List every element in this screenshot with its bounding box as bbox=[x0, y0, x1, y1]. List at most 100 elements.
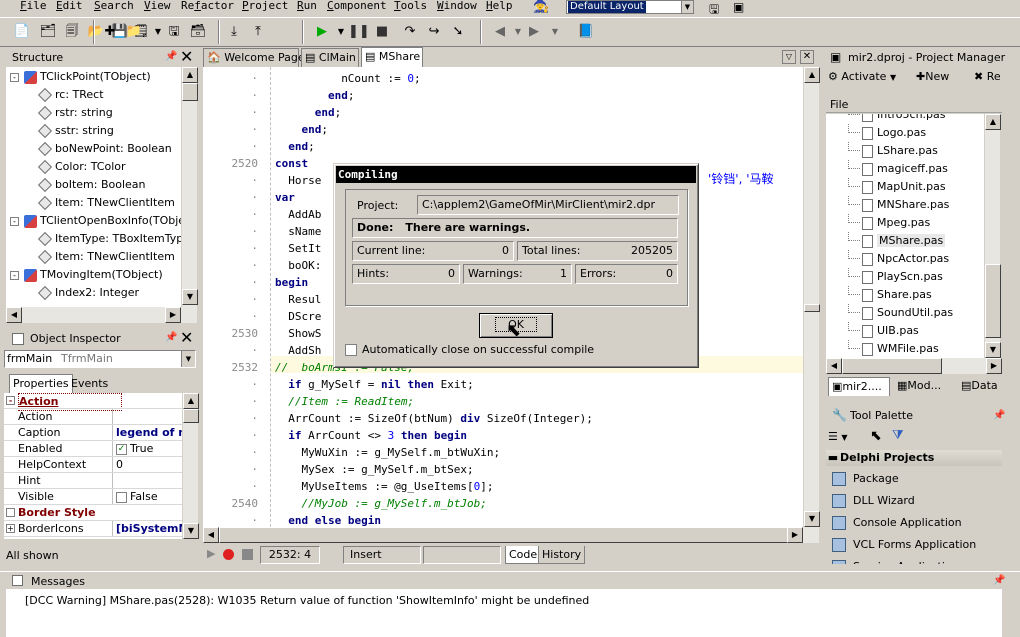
set-debug-desktop-icon[interactable]: ▣ bbox=[733, 0, 744, 14]
checkbox-icon[interactable]: ✓ bbox=[116, 443, 127, 455]
collapse-icon[interactable]: - bbox=[10, 271, 19, 280]
cursor-select-icon[interactable]: ⬉ bbox=[870, 428, 882, 444]
new-icon[interactable]: 📄 bbox=[12, 22, 32, 42]
code-line[interactable]: sName bbox=[288, 223, 321, 240]
scroll-thumb[interactable] bbox=[842, 358, 942, 374]
project-file-item[interactable]: Logo.pas bbox=[848, 124, 926, 142]
filter-icon[interactable]: ⧩ bbox=[892, 428, 904, 443]
structure-item[interactable]: Item: TNewClientItem bbox=[37, 194, 175, 212]
new-button[interactable]: ✚New bbox=[916, 70, 949, 90]
structure-item[interactable]: boItem: Boolean bbox=[37, 176, 146, 194]
scroll-left-icon[interactable]: ◀ bbox=[826, 358, 842, 374]
trace-into-icon[interactable]: ↷ bbox=[400, 22, 420, 42]
remove-button[interactable]: ✖ Re bbox=[974, 70, 1001, 90]
scroll-down-icon[interactable]: ▼ bbox=[804, 511, 820, 527]
chevron-down-icon[interactable]: ▼ bbox=[545, 22, 565, 42]
help-book-icon[interactable]: 📘 bbox=[576, 22, 596, 42]
code-line[interactable]: AddAb bbox=[288, 206, 321, 223]
property-category[interactable]: Border Style bbox=[4, 505, 170, 521]
palette-item[interactable]: Console Application bbox=[832, 512, 962, 534]
scroll-up-icon[interactable]: ▲ bbox=[804, 67, 820, 83]
tab-project[interactable]: ▣mir2.... bbox=[828, 377, 890, 396]
tab-model-view[interactable]: ▦Mod... bbox=[894, 377, 952, 396]
chevron-down-icon[interactable]: ▼ bbox=[890, 73, 896, 82]
project-file-item[interactable]: UIB.pas bbox=[848, 322, 919, 340]
structure-item[interactable]: Index2: Integer bbox=[37, 284, 139, 302]
autoclose-label[interactable]: Automatically close on successful compil… bbox=[362, 343, 594, 356]
tab-code[interactable]: Code bbox=[505, 546, 542, 564]
scroll-right-icon[interactable]: ▶ bbox=[165, 307, 181, 323]
record-macro-icon[interactable] bbox=[223, 549, 234, 560]
scroll-up-icon[interactable]: ▲ bbox=[182, 67, 198, 83]
scroll-right-icon[interactable]: ▶ bbox=[986, 358, 1002, 374]
scroll-down-icon[interactable]: ▼ bbox=[182, 289, 198, 305]
pause-icon[interactable]: ❚❚ bbox=[348, 22, 370, 42]
pin-icon[interactable]: 📌 bbox=[993, 410, 1005, 421]
structure-item[interactable]: ItemType: TBoxItemType bbox=[37, 230, 181, 248]
collapse-icon[interactable] bbox=[6, 508, 15, 517]
scroll-up-icon[interactable]: ▲ bbox=[183, 393, 199, 409]
tab-properties[interactable]: Properties bbox=[9, 374, 73, 393]
project-file-item[interactable]: WMFile.pas bbox=[848, 340, 939, 358]
chevron-down-icon[interactable]: ▼ bbox=[841, 433, 847, 442]
tab-history[interactable]: History bbox=[538, 546, 586, 564]
project-file-item[interactable]: LShare.pas bbox=[848, 142, 938, 160]
property-value[interactable]: 0 bbox=[116, 457, 182, 473]
scroll-down-icon[interactable]: ▼ bbox=[183, 523, 199, 539]
editor-hscroll[interactable]: ◀ ▶ bbox=[203, 527, 819, 543]
property-row[interactable]: HelpContext 0 bbox=[4, 457, 170, 473]
structure-item[interactable]: boNewPoint: Boolean bbox=[37, 140, 172, 158]
property-value[interactable]: False bbox=[116, 489, 182, 505]
project-file-item[interactable]: MShare.pas bbox=[848, 232, 946, 250]
property-row[interactable]: +BorderIcons [biSystemM bbox=[4, 521, 182, 537]
open-project-icon[interactable]: 🗂 bbox=[38, 22, 58, 42]
code-line[interactable]: end else begin bbox=[288, 512, 381, 527]
project-file-item[interactable]: Share.pas bbox=[848, 286, 932, 304]
code-line[interactable]: nCount := 0; bbox=[341, 70, 420, 87]
structure-hscroll[interactable]: ◀ ▶ bbox=[6, 307, 197, 323]
project-file-item[interactable]: MapUnit.pas bbox=[848, 178, 946, 196]
code-line[interactable]: const bbox=[275, 155, 308, 172]
forward-icon[interactable]: ▶ bbox=[524, 22, 544, 42]
palette-item[interactable]: DLL Wizard bbox=[832, 490, 915, 512]
property-row[interactable]: Enabled ✓ True bbox=[4, 441, 170, 457]
chevron-down-icon[interactable]: ▼ bbox=[181, 351, 195, 367]
tab-data-explorer[interactable]: ▤Data bbox=[958, 377, 1008, 396]
pin-icon[interactable]: 📌 bbox=[165, 51, 177, 62]
step-over-icon[interactable]: ↪ bbox=[424, 22, 444, 42]
tab-events[interactable]: Events bbox=[68, 375, 111, 394]
code-line[interactable]: Resul bbox=[288, 291, 321, 308]
scroll-left-icon[interactable]: ◀ bbox=[6, 307, 22, 323]
code-line[interactable]: //MyJob := g_MySelf.m_btJob; bbox=[301, 495, 486, 512]
property-value[interactable]: ✓ True bbox=[116, 441, 182, 457]
message-item[interactable]: [DCC Warning] MShare.pas(2528): W1035 Re… bbox=[25, 594, 589, 607]
code-line[interactable]: ArrCount := SizeOf(btNum) div SizeOf(Int… bbox=[288, 410, 593, 427]
structure-item[interactable]: sstr: string bbox=[37, 122, 114, 140]
new-items-icon[interactable]: ✚ bbox=[100, 22, 120, 42]
menu-tools[interactable]: Tools bbox=[394, 0, 427, 12]
save-file-icon[interactable]: 🖫 bbox=[164, 22, 184, 42]
structure-item[interactable]: Color: TColor bbox=[37, 158, 126, 176]
code-line[interactable]: var bbox=[275, 189, 295, 206]
open-project-file-icon[interactable]: 🗃 bbox=[188, 22, 208, 42]
code-line[interactable]: //Item := ReadItem; bbox=[288, 393, 414, 410]
menu-refactor[interactable]: Refactor bbox=[181, 0, 234, 12]
code-line[interactable]: end; bbox=[301, 121, 328, 138]
stop-icon[interactable]: ■ bbox=[372, 22, 392, 42]
scroll-thumb[interactable] bbox=[985, 264, 1001, 338]
project-file-item[interactable]: SoundUtil.pas bbox=[848, 304, 953, 322]
property-row[interactable]: Action bbox=[4, 409, 170, 425]
play-macro-icon[interactable]: ▶ bbox=[207, 547, 215, 560]
chevron-down-icon[interactable]: ▼ bbox=[681, 1, 693, 13]
property-row[interactable]: Visible False bbox=[4, 489, 170, 505]
menu-file[interactable]: File bbox=[20, 0, 47, 12]
code-line[interactable]: ShowS bbox=[288, 325, 321, 342]
property-value[interactable]: [biSystemM bbox=[116, 521, 182, 537]
structure-item[interactable]: rc: TRect bbox=[37, 86, 104, 104]
activate-button[interactable]: ⚙ Activate ▼ bbox=[828, 70, 896, 90]
code-line[interactable]: if ArrCount <> 3 then begin bbox=[288, 427, 467, 444]
mascot-icon[interactable]: 🧙 bbox=[533, 0, 549, 14]
project-file-item[interactable]: Mpeg.pas bbox=[848, 214, 930, 232]
checkbox-icon[interactable] bbox=[116, 491, 127, 503]
menu-search[interactable]: Search bbox=[94, 0, 134, 12]
